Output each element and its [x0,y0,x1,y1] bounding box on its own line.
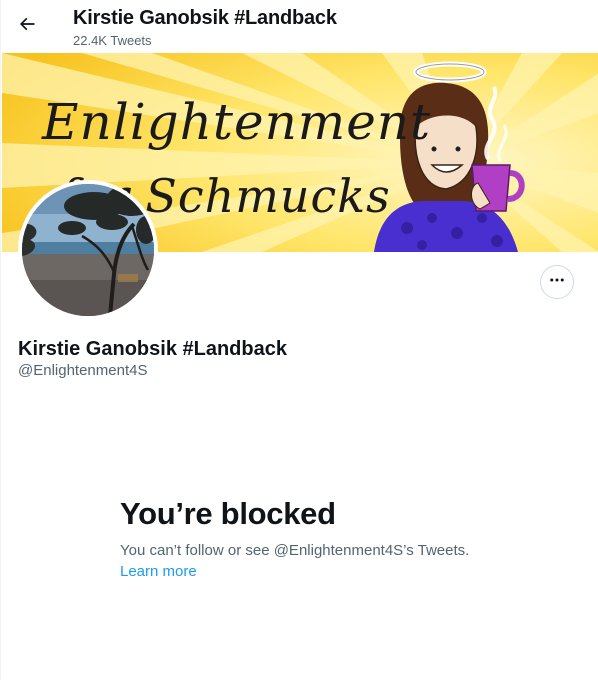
blocked-description: You can’t follow or see @Enlightenment4S… [120,542,470,559]
arrow-left-icon [17,14,37,39]
more-dots-icon [548,271,566,294]
profile-header: Kirstie Ganobsik #Landback 22.4K Tweets [1,0,598,53]
profile-page: Kirstie Ganobsik #Landback 22.4K Tweets [0,0,598,680]
profile-name: Kirstie Ganobsik #Landback [18,338,287,360]
beach-photo [22,184,154,316]
avatar[interactable] [18,180,158,320]
banner-title-line1: Enlightenment [42,93,432,151]
tweet-count: 22.4K Tweets [73,33,152,48]
more-button[interactable] [540,265,574,299]
learn-more-link[interactable]: Learn more [120,563,197,580]
profile-handle: @Enlightenment4S [18,362,148,379]
back-button[interactable] [9,8,45,44]
blocked-title: You’re blocked [120,496,336,531]
header-title: Kirstie Ganobsik #Landback [73,7,337,29]
